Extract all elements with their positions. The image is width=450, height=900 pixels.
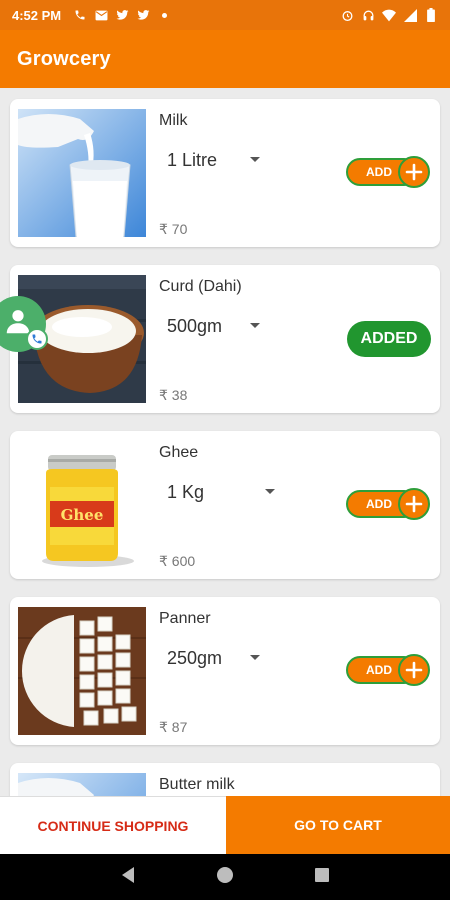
twitter-icon xyxy=(136,8,150,22)
product-card[interactable]: Panner 250gm ₹ 87 ADD xyxy=(10,597,440,745)
product-name: Milk xyxy=(159,112,188,129)
product-name: Curd (Dahi) xyxy=(159,278,242,295)
product-price: ₹ 87 xyxy=(159,719,188,735)
plus-icon[interactable] xyxy=(398,488,430,520)
quantity-select[interactable]: 500gm xyxy=(167,316,222,337)
status-bar: 4:52 PM xyxy=(0,0,450,30)
home-icon[interactable] xyxy=(216,866,234,889)
add-button[interactable]: ADD xyxy=(346,156,430,188)
chevron-down-icon[interactable] xyxy=(250,323,260,328)
headset-icon xyxy=(361,8,375,22)
system-nav-bar xyxy=(0,854,450,900)
ghee-image: Ghee xyxy=(18,441,146,569)
paneer-image xyxy=(18,607,146,735)
quantity-select[interactable]: 1 Kg xyxy=(167,482,204,503)
product-price: ₹ 38 xyxy=(159,387,188,403)
add-button[interactable]: ADD xyxy=(346,654,430,686)
chevron-down-icon[interactable] xyxy=(250,157,260,162)
svg-text:Ghee: Ghee xyxy=(61,506,104,524)
twitter-icon xyxy=(115,8,129,22)
product-card[interactable]: Ghee Ghee 1 Kg ₹ 600 ADD xyxy=(10,431,440,579)
phone-icon xyxy=(26,328,48,350)
app-bar: Growcery xyxy=(0,30,450,88)
added-button[interactable]: ADDED xyxy=(347,321,431,357)
status-time: 4:52 PM xyxy=(12,7,62,23)
plus-icon[interactable] xyxy=(398,654,430,686)
bottom-action-bar: CONTINUE SHOPPING GO TO CART xyxy=(0,796,450,854)
recents-icon[interactable] xyxy=(314,867,330,888)
quantity-select[interactable]: 250gm xyxy=(167,648,222,669)
chevron-down-icon[interactable] xyxy=(265,489,275,494)
alarm-icon xyxy=(340,8,354,22)
milk-image xyxy=(18,109,146,237)
quantity-select[interactable]: 1 Litre xyxy=(167,150,217,171)
wifi-icon xyxy=(382,8,396,22)
product-name: Panner xyxy=(159,610,211,627)
product-card[interactable]: Curd (Dahi) 500gm ₹ 38 ADDED xyxy=(10,265,440,413)
product-price: ₹ 70 xyxy=(159,221,188,237)
product-card[interactable]: Butter milk xyxy=(10,763,440,796)
dot-icon xyxy=(157,8,171,22)
go-to-cart-button[interactable]: GO TO CART xyxy=(226,796,450,854)
signal-icon xyxy=(403,8,417,22)
product-list[interactable]: Milk 1 Litre ₹ 70 ADD Curd (Dahi) 500gm … xyxy=(0,88,450,796)
product-card[interactable]: Milk 1 Litre ₹ 70 ADD xyxy=(10,99,440,247)
system-icons xyxy=(340,8,438,22)
plus-icon[interactable] xyxy=(398,156,430,188)
product-price: ₹ 600 xyxy=(159,553,196,569)
chevron-down-icon[interactable] xyxy=(250,655,260,660)
mail-icon xyxy=(94,8,108,22)
add-button[interactable]: ADD xyxy=(346,488,430,520)
butter-milk-image xyxy=(18,773,146,796)
product-name: Ghee xyxy=(159,444,199,461)
product-name: Butter milk xyxy=(159,776,235,793)
back-icon[interactable] xyxy=(120,866,136,889)
battery-icon xyxy=(424,8,438,22)
notification-icons xyxy=(73,8,171,22)
phone-icon xyxy=(73,8,87,22)
app-title: Growcery xyxy=(17,47,111,70)
continue-shopping-button[interactable]: CONTINUE SHOPPING xyxy=(0,796,226,854)
